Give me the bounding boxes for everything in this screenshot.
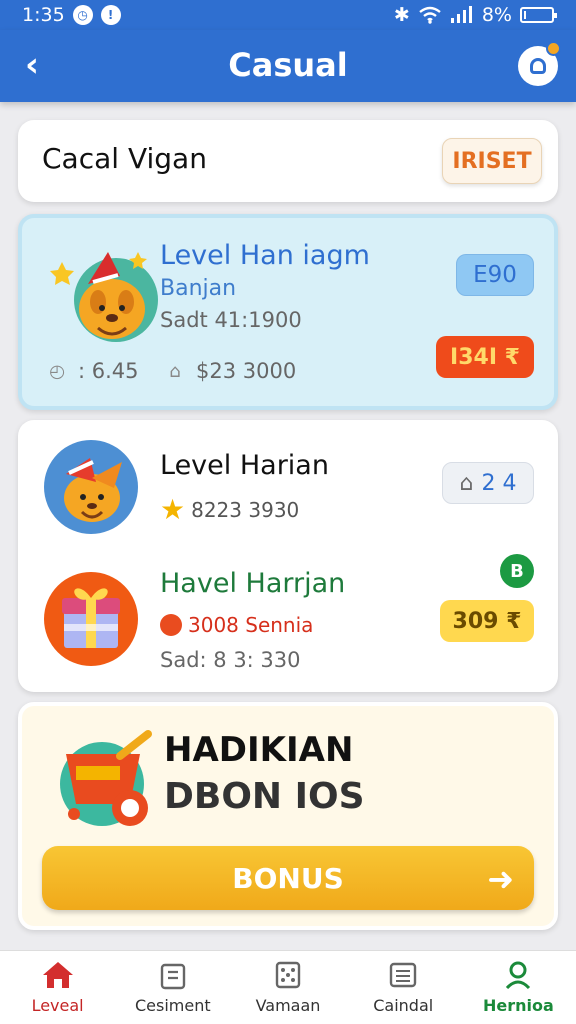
list-item-value: 8223 3930 (191, 497, 300, 522)
bonus-subtitle: DBON IOS (164, 776, 365, 817)
arrow-right-icon: ➜ (487, 860, 514, 898)
money-value: $23 3000 (196, 359, 297, 383)
nav-item-vamaan[interactable]: Vamaan (230, 951, 345, 1024)
star-icon: ★ (160, 493, 186, 526)
timer-stat: ◴ : 6.45 (44, 358, 139, 384)
reward-button[interactable]: I34I ₹ (436, 336, 534, 378)
notification-badge (546, 41, 561, 56)
highlight-subtitle: Banjan (160, 276, 237, 301)
bottom-nav: Leveal Cesiment Vamaan Caindal Hernioa (0, 950, 576, 1024)
app-bar: ‹ Casual (0, 30, 576, 102)
bluetooth-icon: ✱ (393, 4, 410, 26)
highlight-meta: Sadt 41:1900 (160, 308, 302, 332)
money-stat: ⌂ $23 3000 (162, 358, 296, 384)
list-item-title: Level Harian (160, 450, 329, 481)
status-right: ✱ 8% (393, 4, 557, 26)
highlight-pill[interactable]: E90 (456, 254, 534, 296)
home-icon (42, 960, 74, 990)
tag-icon: ⌂ (169, 360, 181, 382)
gift-small-icon: ⌂ (459, 470, 474, 496)
user-icon (530, 58, 546, 74)
calendar-list-icon (387, 960, 419, 990)
price-pill[interactable]: 309 ₹ (440, 600, 534, 642)
notification-icon: ! (100, 5, 121, 25)
highlight-card[interactable]: Level Han iagm Banjan Sadt 41:1900 ◴ : 6… (18, 214, 558, 410)
list-item-meta: Sad: 8 3: 330 (160, 648, 301, 672)
nav-label: Vamaan (255, 996, 321, 1015)
profile-icon (502, 960, 534, 990)
nav-item-leveal[interactable]: Leveal (0, 951, 115, 1024)
coin-icon (160, 614, 182, 636)
list-item-subtitle: 3008 Sennia (160, 613, 313, 637)
nav-label: Hernioa (483, 996, 554, 1015)
bonus-button[interactable]: BONUS ➜ (42, 846, 534, 910)
list-item-subtitle: ★ 8223 3930 (160, 493, 299, 526)
dog-avatar-icon (50, 252, 158, 342)
nav-item-caindal[interactable]: Caindal (346, 951, 461, 1024)
level-pill-label: 2 4 (481, 470, 517, 496)
clipboard-icon (157, 960, 189, 990)
gift-box-icon (44, 572, 138, 666)
gift-illustration (62, 588, 120, 648)
nav-item-hernioa[interactable]: Hernioa (461, 951, 576, 1024)
bonus-title: HADIKIAN (164, 730, 354, 770)
nav-label: Cesiment (134, 996, 211, 1015)
status-left: 1:35 ◷ ! (22, 4, 121, 26)
status-bar: 1:35 ◷ ! ✱ 8% (0, 0, 576, 30)
battery-percent: 8% (481, 4, 512, 26)
fox-avatar-icon (44, 440, 138, 534)
clock-icon: ◷ (72, 5, 93, 25)
status-badge: B (500, 554, 534, 588)
status-time: 1:35 (22, 4, 65, 26)
fox-illustration (64, 458, 122, 522)
treasure-cart-icon (60, 730, 152, 826)
page-title: Casual (228, 46, 348, 84)
signal-icon (450, 6, 472, 23)
battery-level (524, 11, 526, 19)
timer-icon: ◴ (49, 360, 65, 382)
highlight-title: Level Han iagm (160, 240, 370, 271)
nav-item-cesiment[interactable]: Cesiment (115, 951, 230, 1024)
profile-button[interactable] (518, 41, 561, 86)
header-card: Cacal Vigan IRISET (18, 120, 558, 202)
header-title: Cacal Vigan (42, 142, 207, 175)
list-item-value: 3008 Sennia (188, 613, 314, 637)
reset-button[interactable]: IRISET (442, 138, 542, 184)
nav-label: Leveal (31, 996, 84, 1015)
level-pill[interactable]: ⌂ 2 4 (442, 462, 534, 504)
nav-label: Caindal (373, 996, 434, 1015)
timer-value: : 6.45 (78, 359, 139, 383)
list-item-title: Havel Harrjan (160, 568, 346, 599)
dice-icon (272, 960, 304, 990)
bonus-card: HADIKIAN DBON IOS BONUS ➜ (18, 702, 558, 930)
wifi-icon (419, 6, 441, 24)
bonus-button-label: BONUS (232, 861, 344, 895)
level-list-card: Level Harian ★ 8223 3930 ⌂ 2 4 Havel Har… (18, 420, 558, 692)
battery-icon (520, 7, 557, 23)
